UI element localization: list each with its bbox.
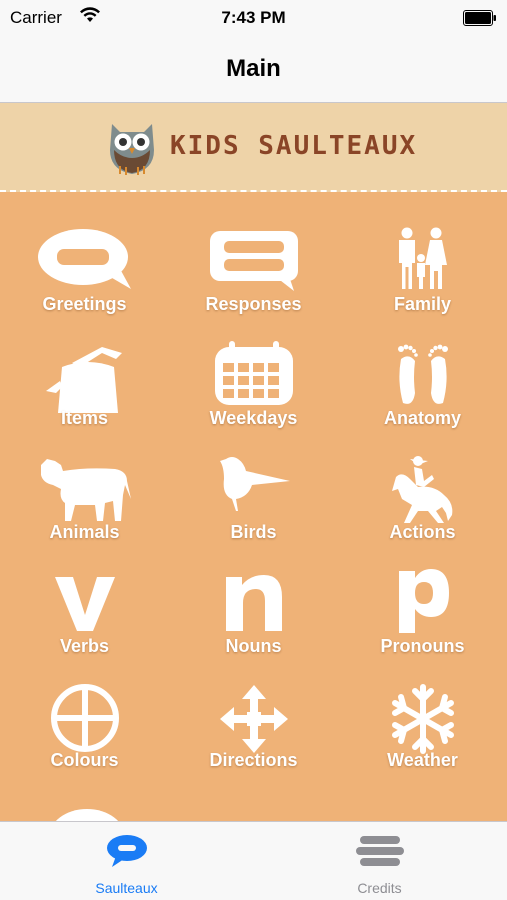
family-icon xyxy=(398,227,447,289)
horse-rider-icon xyxy=(391,456,452,523)
category-items[interactable]: Items xyxy=(0,307,169,428)
category-nouns[interactable]: Nouns xyxy=(169,535,338,656)
cow-icon xyxy=(40,459,131,521)
app-brand-name: KIDS SAULTEAUX xyxy=(170,131,418,161)
letter-n-icon xyxy=(225,575,282,631)
speech-bubble-icon xyxy=(37,229,131,289)
category-family[interactable]: Family xyxy=(338,193,507,314)
category-anatomy[interactable]: Anatomy xyxy=(338,307,507,428)
bird-icon xyxy=(219,457,290,511)
letter-p-icon xyxy=(398,569,449,633)
footprints-icon xyxy=(397,344,448,404)
tab-credits[interactable]: Credits xyxy=(253,822,506,900)
category-partial[interactable] xyxy=(0,763,169,823)
navigation-bar: Main xyxy=(0,38,507,103)
chat-bubble-icon xyxy=(106,835,147,867)
status-bar: Carrier 7:43 PM xyxy=(0,0,507,38)
category-weekdays[interactable]: Weekdays xyxy=(169,307,338,428)
circle-cross-icon xyxy=(50,684,119,752)
category-weather[interactable]: Weather xyxy=(338,649,507,770)
calendar-icon xyxy=(214,341,293,405)
battery-icon xyxy=(463,10,496,26)
category-label: Directions xyxy=(209,750,298,770)
partial-category-icon xyxy=(53,809,120,823)
category-verbs[interactable]: Verbs xyxy=(0,535,169,656)
tab-label: Credits xyxy=(357,880,402,896)
kettle-icon xyxy=(45,347,122,413)
category-colours[interactable]: Colours xyxy=(0,649,169,770)
owl-logo-icon xyxy=(110,124,154,175)
category-label: Weather xyxy=(387,750,458,770)
page-title: Main xyxy=(226,55,281,82)
app-banner: KIDS SAULTEAUX xyxy=(0,103,507,192)
category-pronouns[interactable]: Pronouns xyxy=(338,535,507,656)
category-birds[interactable]: Birds xyxy=(169,421,338,542)
responses-icon xyxy=(209,231,298,291)
category-actions[interactable]: Actions xyxy=(338,421,507,542)
status-time: 7:43 PM xyxy=(221,8,286,27)
category-grid: Greetings Responses Family Items Weekday… xyxy=(0,193,507,823)
snowflake-icon xyxy=(391,684,454,754)
tab-saulteaux[interactable]: Saulteaux xyxy=(0,822,253,900)
tab-label: Saulteaux xyxy=(95,880,158,896)
letter-v-icon xyxy=(54,577,115,631)
list-icon xyxy=(355,836,404,866)
category-greetings[interactable]: Greetings xyxy=(0,193,169,314)
category-animals[interactable]: Animals xyxy=(0,421,169,542)
directions-arrows-icon xyxy=(219,685,288,753)
tab-bar: Saulteaux Credits xyxy=(0,821,507,900)
category-responses[interactable]: Responses xyxy=(169,193,338,314)
category-directions[interactable]: Directions xyxy=(169,649,338,770)
